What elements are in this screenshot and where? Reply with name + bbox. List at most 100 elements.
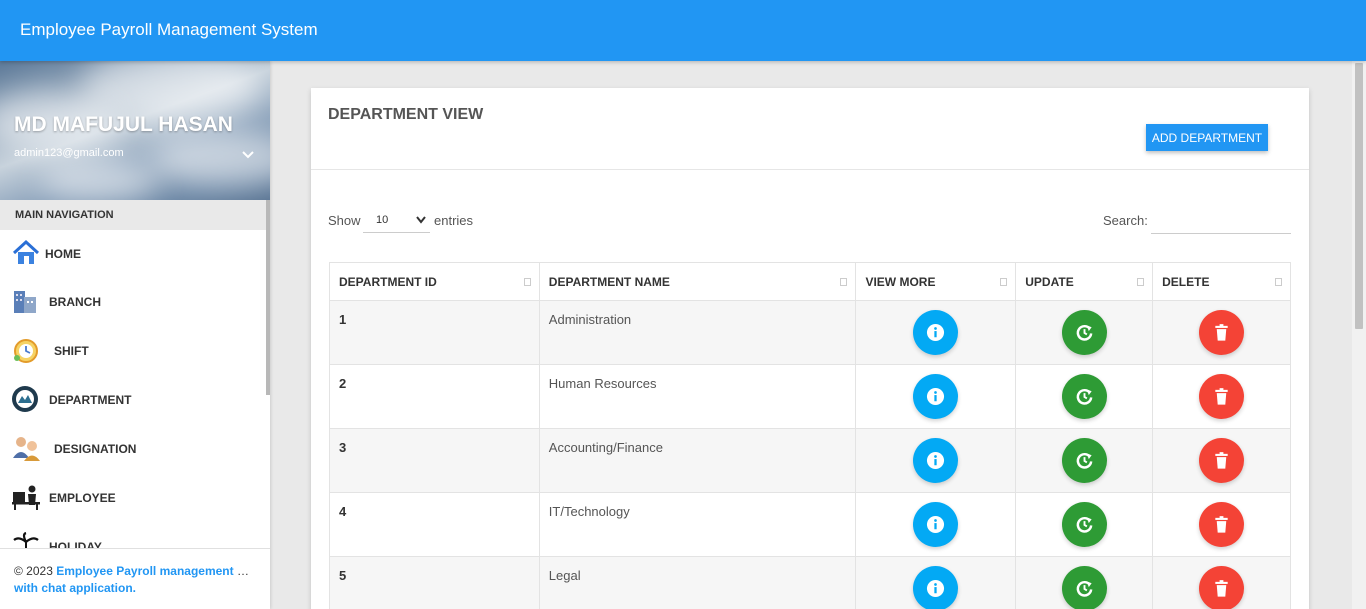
view-more-cell	[855, 428, 1017, 493]
user-email: admin123@gmail.com	[14, 147, 124, 159]
delete-cell	[1152, 556, 1291, 609]
view-more-cell	[855, 364, 1017, 429]
sidebar-item-employee[interactable]: EMPLOYEE	[0, 474, 266, 520]
department-emblem-icon	[12, 386, 38, 412]
delete-cell	[1152, 300, 1291, 365]
update-button[interactable]	[1061, 438, 1107, 483]
view-more-button[interactable]	[913, 438, 959, 483]
view-more-button[interactable]	[913, 374, 959, 419]
department-name-cell: IT/Technology	[538, 492, 857, 557]
desk-worker-icon	[12, 485, 40, 510]
delete-cell	[1152, 428, 1291, 493]
search-label: Search:	[1103, 213, 1148, 228]
search-input[interactable]	[1151, 206, 1291, 234]
footer-link[interactable]: Employee Payroll management System	[56, 564, 256, 578]
column-header-delete[interactable]: DELETE	[1152, 262, 1291, 301]
department-id-cell: 4	[329, 492, 540, 557]
department-id-cell: 1	[329, 300, 540, 365]
column-header-view-more[interactable]: VIEW MORE	[855, 262, 1017, 301]
department-name-cell: Administration	[538, 300, 857, 365]
copyright-prefix: © 2023	[14, 564, 57, 578]
entries-select-value: 10	[376, 214, 389, 226]
delete-button[interactable]	[1199, 502, 1245, 547]
update-cell	[1015, 492, 1154, 557]
department-id-cell: 2	[329, 364, 540, 429]
sidebar-item-designation[interactable]: DESIGNATION	[0, 425, 266, 471]
sidebar-item-label: HOLIDAY	[49, 540, 102, 548]
update-cell	[1015, 428, 1154, 493]
department-id-cell: 3	[329, 428, 540, 493]
sidebar-item-label: EMPLOYEE	[49, 491, 116, 505]
sidebar-item-home[interactable]: HOME	[0, 230, 266, 276]
view-more-button[interactable]	[913, 502, 959, 547]
chevron-down-icon	[416, 216, 426, 224]
update-button[interactable]	[1061, 502, 1107, 547]
sort-icon	[523, 278, 531, 286]
update-cell	[1015, 556, 1154, 609]
department-view-card: DEPARTMENT VIEW ADD DEPARTMENT Show 10 e…	[311, 88, 1309, 609]
view-more-cell	[855, 300, 1017, 365]
delete-button[interactable]	[1199, 566, 1245, 609]
table-body: 1 Administration 2 Human Resources 3 Accounti…	[329, 300, 1291, 609]
department-table: DEPARTMENT ID DEPARTMENT NAME VIEW MORE …	[329, 262, 1291, 609]
home-icon	[12, 239, 40, 264]
footer-link-line2[interactable]: with chat application.	[14, 580, 256, 597]
update-cell	[1015, 364, 1154, 429]
delete-button[interactable]	[1199, 438, 1245, 483]
update-button[interactable]	[1061, 374, 1107, 419]
view-more-button[interactable]	[913, 310, 959, 355]
nav-header: MAIN NAVIGATION	[0, 200, 270, 230]
chevron-down-icon[interactable]	[240, 147, 256, 163]
sidebar-item-label: DESIGNATION	[54, 442, 137, 456]
user-name: MD MAFUJUL HASAN	[14, 113, 233, 136]
table-row: 3 Accounting/Finance	[329, 428, 1291, 493]
entries-label: entries	[434, 213, 474, 228]
sidebar-item-holiday[interactable]: HOLIDAY	[0, 523, 266, 548]
sidebar-item-branch[interactable]: BRANCH	[0, 278, 266, 324]
sort-icon	[1000, 278, 1008, 286]
sort-icon	[1275, 278, 1282, 286]
delete-button[interactable]	[1199, 310, 1245, 355]
sidebar-item-label: DEPARTMENT	[49, 393, 132, 407]
sidebar-item-label: BRANCH	[49, 295, 101, 309]
delete-cell	[1152, 492, 1291, 557]
sidebar-scrollbar[interactable]	[266, 200, 270, 395]
update-cell	[1015, 300, 1154, 365]
user-panel: MD MAFUJUL HASAN admin123@gmail.com	[0, 61, 270, 200]
sidebar-item-label: SHIFT	[54, 344, 89, 358]
table-header-row: DEPARTMENT ID DEPARTMENT NAME VIEW MORE …	[329, 262, 1291, 301]
app-title: Employee Payroll Management System	[20, 20, 318, 39]
table-row: 5 Legal	[329, 556, 1291, 609]
view-more-cell	[855, 556, 1017, 609]
clock-icon	[14, 339, 38, 363]
sort-icon	[1137, 278, 1145, 286]
sidebar-item-department[interactable]: DEPARTMENT	[0, 376, 266, 422]
column-header-department-id[interactable]: DEPARTMENT ID	[329, 262, 540, 301]
entries-select[interactable]: 10	[363, 207, 430, 233]
column-header-department-name[interactable]: DEPARTMENT NAME	[538, 262, 857, 301]
sidebar: MD MAFUJUL HASAN admin123@gmail.com MAIN…	[0, 61, 270, 609]
building-icon	[14, 291, 36, 313]
sidebar-item-shift[interactable]: SHIFT	[0, 327, 266, 373]
department-name-cell: Accounting/Finance	[538, 428, 857, 493]
sidebar-item-label: HOME	[45, 247, 81, 261]
view-more-button[interactable]	[913, 566, 959, 609]
department-id-cell: 5	[329, 556, 540, 609]
department-name-cell: Human Resources	[538, 364, 857, 429]
update-button[interactable]	[1061, 310, 1107, 355]
show-label: Show	[328, 213, 361, 228]
table-row: 4 IT/Technology	[329, 492, 1291, 557]
delete-button[interactable]	[1199, 374, 1245, 419]
view-more-cell	[855, 492, 1017, 557]
page-scrollbar[interactable]	[1352, 61, 1366, 609]
update-button[interactable]	[1061, 566, 1107, 609]
top-app-bar: Employee Payroll Management System	[0, 0, 1366, 61]
table-row: 2 Human Resources	[329, 364, 1291, 429]
page-title: DEPARTMENT VIEW	[328, 106, 484, 123]
add-department-button[interactable]: ADD DEPARTMENT	[1146, 124, 1268, 151]
scrollbar-thumb[interactable]	[1355, 63, 1363, 329]
copyright-footer: © 2023 Employee Payroll management Syste…	[0, 548, 270, 609]
palm-tree-icon	[13, 532, 39, 548]
column-header-update[interactable]: UPDATE	[1015, 262, 1154, 301]
people-icon	[13, 437, 40, 461]
